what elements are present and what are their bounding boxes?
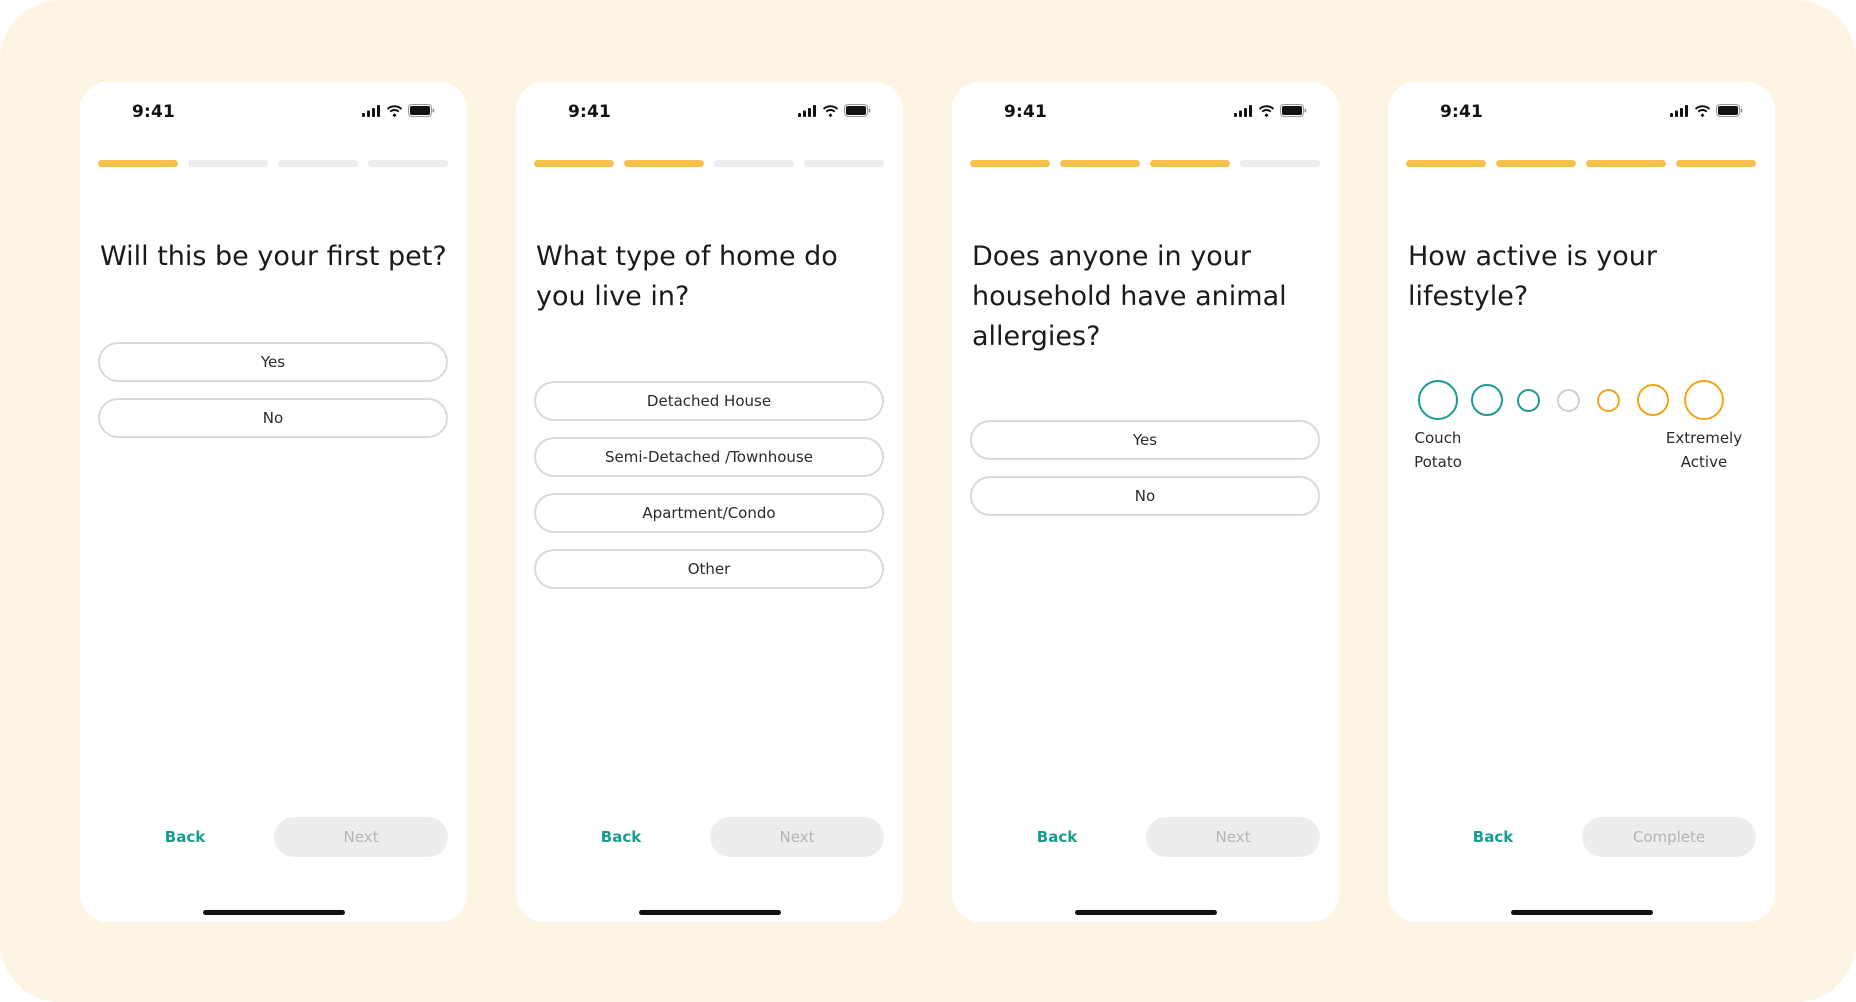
next-button[interactable]: Next: [710, 817, 884, 857]
option-detached-house-button[interactable]: Detached House: [534, 381, 884, 421]
scale-option-4[interactable]: [1557, 389, 1580, 412]
options-list: Yes No: [970, 420, 1320, 532]
progress-bar: [534, 160, 884, 168]
phone-screen-activity-level: 9:41 How active is your lifestyle? Couch: [1388, 82, 1775, 922]
progress-bar: [970, 160, 1320, 168]
status-bar: 9:41: [80, 82, 467, 142]
progress-segment-4: [804, 160, 884, 167]
back-button[interactable]: Back: [566, 817, 676, 857]
phone-screen-allergies: 9:41 Does anyone in your household have …: [952, 82, 1339, 922]
progress-segment-1: [970, 160, 1050, 167]
option-yes-button[interactable]: Yes: [970, 420, 1320, 460]
option-semi-detached-button[interactable]: Semi-Detached /Townhouse: [534, 437, 884, 477]
question-title: How active is your lifestyle?: [1408, 241, 1657, 312]
wifi-icon: [822, 104, 839, 117]
home-indicator: [203, 910, 345, 915]
wifi-icon: [1694, 104, 1711, 117]
status-time: 9:41: [1004, 102, 1048, 122]
option-yes-button[interactable]: Yes: [98, 342, 448, 382]
progress-bar: [98, 160, 448, 168]
footer-navigation: Back Complete: [1406, 817, 1756, 857]
battery-icon: [1280, 104, 1307, 117]
status-icons: [1234, 104, 1307, 117]
signal-icon: [362, 104, 380, 117]
phone-screen-first-pet: 9:41 Will this be your first pet? Yes No…: [80, 82, 467, 922]
complete-button[interactable]: Complete: [1582, 817, 1756, 857]
canvas-background: 9:41 Will this be your first pet? Yes No…: [0, 0, 1856, 1002]
progress-segment-1: [1406, 160, 1486, 167]
option-other-button[interactable]: Other: [534, 549, 884, 589]
scale-label-high-line1: Extremely: [1665, 429, 1743, 447]
phone-screen-home-type: 9:41 What type of home do you live in? D…: [516, 82, 903, 922]
status-icons: [362, 104, 435, 117]
status-icons: [1670, 104, 1743, 117]
scale-option-5[interactable]: [1597, 389, 1620, 412]
home-indicator: [639, 910, 781, 915]
scale-option-3[interactable]: [1517, 389, 1540, 412]
progress-segment-4: [1240, 160, 1320, 167]
progress-segment-4: [368, 160, 448, 167]
wifi-icon: [1258, 104, 1275, 117]
scale-label-low-line2: Potato: [1414, 453, 1462, 471]
status-bar: 9:41: [1388, 82, 1775, 142]
options-list: Yes No: [98, 342, 448, 454]
progress-segment-2: [188, 160, 268, 167]
progress-segment-2: [1060, 160, 1140, 167]
back-button[interactable]: Back: [1438, 817, 1548, 857]
status-bar: 9:41: [516, 82, 903, 142]
battery-icon: [408, 104, 435, 117]
question-title: Does anyone in your household have anima…: [972, 241, 1287, 352]
signal-icon: [798, 104, 816, 117]
status-time: 9:41: [1440, 102, 1484, 122]
footer-navigation: Back Next: [970, 817, 1320, 857]
progress-segment-3: [1586, 160, 1666, 167]
signal-icon: [1670, 104, 1688, 117]
scale-option-6[interactable]: [1637, 384, 1669, 416]
home-indicator: [1075, 910, 1217, 915]
option-no-button[interactable]: No: [970, 476, 1320, 516]
question-title: Will this be your first pet?: [100, 241, 447, 272]
status-bar: 9:41: [952, 82, 1339, 142]
progress-segment-3: [714, 160, 794, 167]
scale-option-2[interactable]: [1471, 384, 1503, 416]
activity-scale: Couch Potato Extremely Active: [1414, 380, 1749, 480]
question-title: What type of home do you live in?: [536, 241, 838, 312]
footer-navigation: Back Next: [98, 817, 448, 857]
back-button[interactable]: Back: [1002, 817, 1112, 857]
signal-icon: [1234, 104, 1252, 117]
progress-segment-2: [1496, 160, 1576, 167]
progress-segment-4: [1676, 160, 1756, 167]
progress-segment-1: [534, 160, 614, 167]
status-time: 9:41: [568, 102, 612, 122]
scale-label-high: Extremely Active: [1659, 426, 1749, 474]
next-button[interactable]: Next: [274, 817, 448, 857]
wifi-icon: [386, 104, 403, 117]
options-list: Detached House Semi-Detached /Townhouse …: [534, 381, 884, 605]
progress-segment-3: [1150, 160, 1230, 167]
status-time: 9:41: [132, 102, 176, 122]
scale-option-7[interactable]: [1684, 380, 1724, 420]
back-button[interactable]: Back: [130, 817, 240, 857]
footer-navigation: Back Next: [534, 817, 884, 857]
status-icons: [798, 104, 871, 117]
scale-label-low-line1: Couch: [1414, 429, 1462, 447]
option-no-button[interactable]: No: [98, 398, 448, 438]
scale-label-high-line2: Active: [1680, 453, 1728, 471]
battery-icon: [844, 104, 871, 117]
scale-option-1[interactable]: [1418, 380, 1458, 420]
progress-segment-1: [98, 160, 178, 167]
progress-segment-3: [278, 160, 358, 167]
option-apartment-button[interactable]: Apartment/Condo: [534, 493, 884, 533]
progress-segment-2: [624, 160, 704, 167]
battery-icon: [1716, 104, 1743, 117]
scale-label-low: Couch Potato: [1393, 426, 1483, 474]
home-indicator: [1511, 910, 1653, 915]
progress-bar: [1406, 160, 1756, 168]
next-button[interactable]: Next: [1146, 817, 1320, 857]
